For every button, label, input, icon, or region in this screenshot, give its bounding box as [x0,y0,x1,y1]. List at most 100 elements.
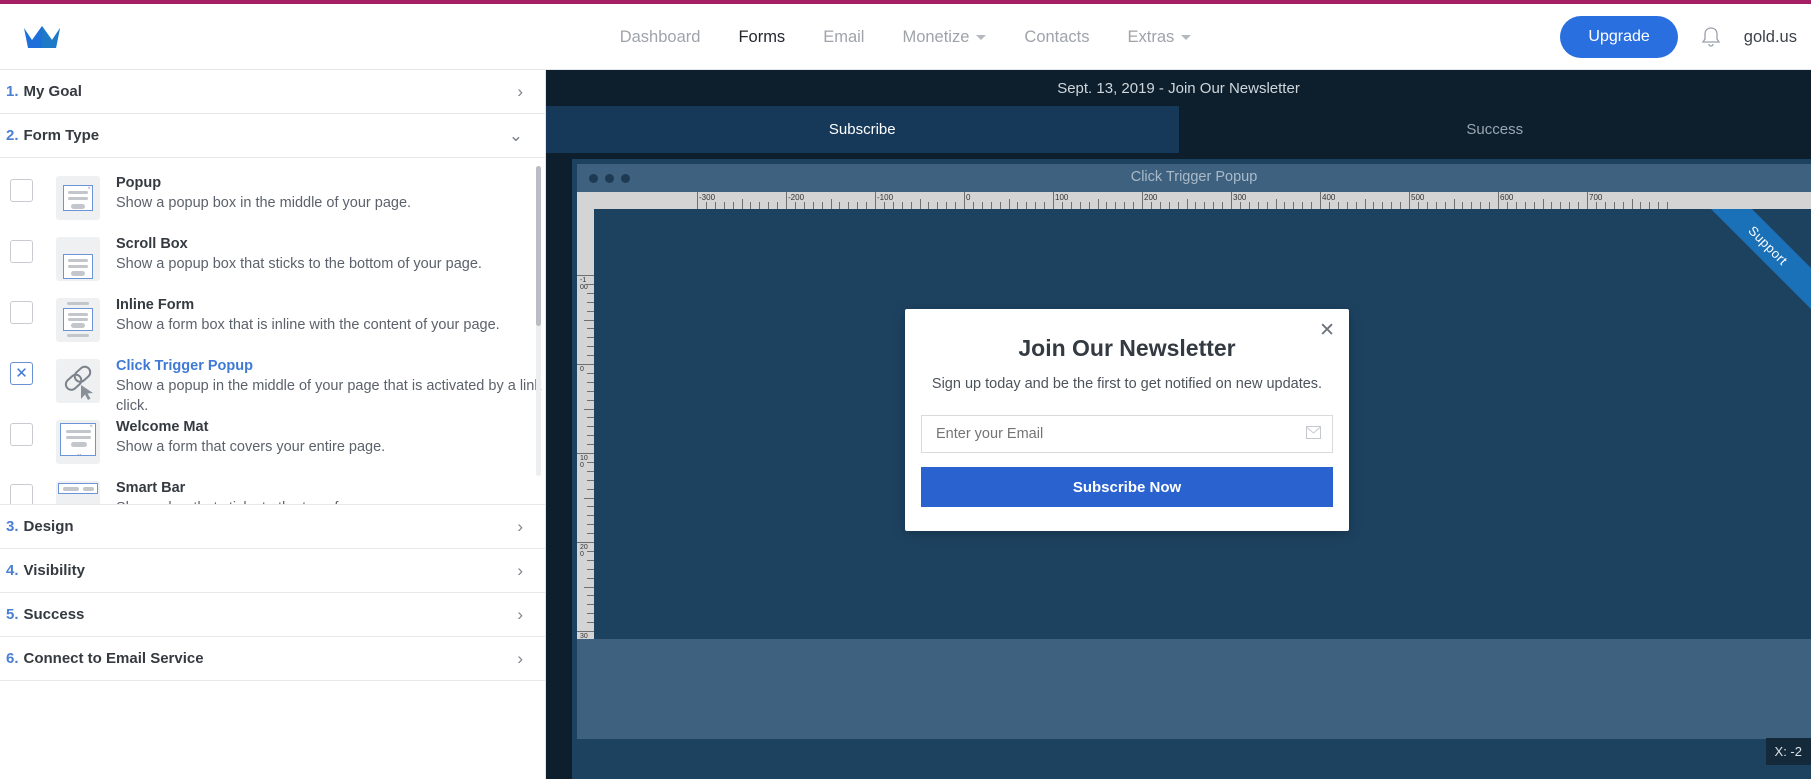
form-type-title: Click Trigger Popup [116,357,545,376]
form-type-checkbox-checked[interactable]: ✕ [10,362,33,385]
popup-subheading: Sign up today and be the first to get no… [905,376,1349,392]
subscribe-now-button[interactable]: Subscribe Now [921,467,1333,507]
step-label: Connect to Email Service [24,650,204,667]
form-type-title: Smart Bar [116,479,411,498]
nav-label: Forms [738,28,785,47]
support-ribbon[interactable]: Support [1684,209,1811,330]
chevron-right-icon: › [517,650,523,667]
email-field-wrapper[interactable] [921,415,1333,453]
sidebar-step-visibility[interactable]: 4. Visibility › [0,549,545,593]
form-type-list: × Popup Show a popup box in the middle o… [0,158,545,505]
step-label: Visibility [24,562,85,579]
tab-success[interactable]: Success [1179,106,1811,153]
form-type-panel: × Popup Show a popup box in the middle o… [0,158,545,505]
form-type-checkbox[interactable] [10,179,33,202]
nav-item-dashboard[interactable]: Dashboard [620,28,701,47]
form-type-scrollbar-thumb[interactable] [536,166,541,326]
form-type-desc: Show a popup box in the middle of your p… [116,193,411,213]
form-type-checkbox[interactable] [10,240,33,263]
scrollbox-thumb-icon [56,237,100,281]
form-type-text: Smart Bar Show a bar that sticks to the … [116,475,411,505]
chevron-down-icon: ⌄ [509,127,523,144]
browser-window-title: Click Trigger Popup [577,169,1811,185]
newsletter-popup-card[interactable]: ✕ Join Our Newsletter Sign up today and … [905,309,1349,531]
form-type-title: Inline Form [116,296,500,315]
nav-label: Monetize [902,28,969,47]
sidebar-step-design[interactable]: 3. Design › [0,505,545,549]
form-type-desc: Show a form that covers your entire page… [116,437,385,457]
nav-item-forms[interactable]: Forms [738,28,785,47]
link-cursor-thumb-icon [56,359,100,403]
horizontal-ruler[interactable]: -300-200-1000100200300400500600700 [577,192,1811,209]
smartbar-thumb-icon [56,481,100,505]
step-number: 3. [6,518,19,535]
cursor-coordinate-readout: X: -2 [1766,738,1811,765]
preview-tabs: Subscribe Success [546,106,1811,153]
form-type-title: Scroll Box [116,235,482,254]
popup-heading: Join Our Newsletter [905,335,1349,362]
form-type-option-click-trigger-popup[interactable]: ✕ Click Trigger Popup Show a popup in [0,353,545,414]
chevron-right-icon: › [517,518,523,535]
upgrade-button[interactable]: Upgrade [1560,16,1677,58]
sidebar-step-success[interactable]: 5. Success › [0,593,545,637]
form-type-checkbox[interactable] [10,484,33,505]
notification-bell-icon[interactable] [1700,25,1722,49]
form-type-desc: Show a bar that sticks to the top of you… [116,498,411,505]
nav-item-monetize[interactable]: Monetize [902,28,986,47]
step-label: Form Type [24,127,100,144]
chevron-down-icon [976,35,986,40]
nav-label: Extras [1128,28,1175,47]
account-name[interactable]: gold.us [1744,28,1797,47]
nav-label: Dashboard [620,28,701,47]
nav-item-extras[interactable]: Extras [1128,28,1192,47]
chevron-right-icon: › [517,83,523,100]
close-icon[interactable]: ✕ [1319,321,1335,340]
main-nav: Dashboard Forms Email Monetize Contacts … [0,4,1811,70]
nav-label: Email [823,28,864,47]
form-type-text: Click Trigger Popup Show a popup in the … [116,353,545,416]
chevron-right-icon: › [517,606,523,623]
sidebar-step-form-type[interactable]: 2. Form Type ⌄ [0,114,545,158]
nav-item-contacts[interactable]: Contacts [1024,28,1089,47]
form-type-title: Welcome Mat [116,418,385,437]
step-number: 2. [6,127,19,144]
inline-thumb-icon [56,298,100,342]
form-type-checkbox[interactable] [10,301,33,324]
top-header: Dashboard Forms Email Monetize Contacts … [0,4,1811,70]
popup-thumb-icon: × [56,176,100,220]
chevron-right-icon: › [517,562,523,579]
form-type-desc: Show a popup box that sticks to the bott… [116,254,482,274]
welcomemat-thumb-icon: × ⌄ [56,420,100,464]
step-label: Success [24,606,85,623]
step-number: 6. [6,650,19,667]
sidebar-step-my-goal[interactable]: 1. My Goal › [0,70,545,114]
app-root: Dashboard Forms Email Monetize Contacts … [0,0,1811,779]
step-number: 4. [6,562,19,579]
form-type-text: Welcome Mat Show a form that covers your… [116,414,385,457]
step-number: 5. [6,606,19,623]
preview-title: Sept. 13, 2019 - Join Our Newsletter [546,70,1811,106]
form-type-option-scroll-box[interactable]: Scroll Box Show a popup box that sticks … [0,231,545,292]
form-type-checkbox[interactable] [10,423,33,446]
chevron-down-icon [1181,35,1191,40]
browser-mock: Click Trigger Popup -300-200-10001002003… [577,164,1811,739]
browser-title-bar: Click Trigger Popup [577,164,1811,192]
step-label: My Goal [24,83,82,100]
nav-label: Contacts [1024,28,1089,47]
header-actions: Upgrade gold.us [1560,4,1811,70]
sidebar-step-connect-email-service[interactable]: 6. Connect to Email Service › [0,637,545,681]
design-canvas[interactable]: Support ✕ Join Our Newsletter Sign up to… [594,209,1811,639]
editor-stage: Click Trigger Popup -300-200-10001002003… [572,159,1811,779]
form-type-option-smart-bar[interactable]: Smart Bar Show a bar that sticks to the … [0,475,545,505]
vertical-ruler[interactable]: -1000100200300 [577,209,594,639]
form-type-option-inline-form[interactable]: Inline Form Show a form box that is inli… [0,292,545,353]
form-type-text: Scroll Box Show a popup box that sticks … [116,231,482,274]
email-input[interactable] [922,426,1332,442]
form-type-text: Inline Form Show a form box that is inli… [116,292,500,335]
nav-item-email[interactable]: Email [823,28,864,47]
form-type-desc: Show a popup in the middle of your page … [116,376,545,416]
form-type-option-welcome-mat[interactable]: × ⌄ Welcome Mat Show a form that covers … [0,414,545,475]
form-type-option-popup[interactable]: × Popup Show a popup box in the middle o… [0,170,545,231]
form-type-desc: Show a form box that is inline with the … [116,315,500,335]
tab-subscribe[interactable]: Subscribe [546,106,1179,153]
